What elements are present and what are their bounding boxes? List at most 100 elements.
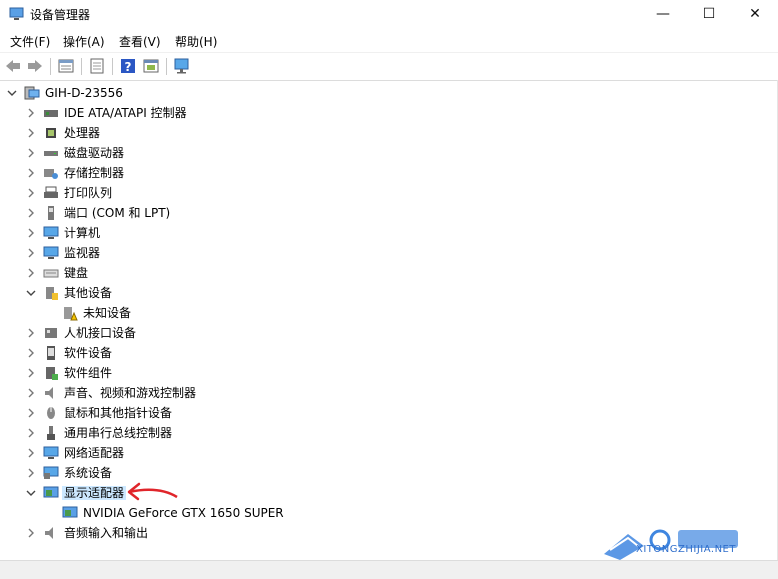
menu-file[interactable]: 文件(F)	[10, 33, 50, 50]
chevron-right-icon[interactable]	[24, 266, 38, 280]
tree-item-label: 人机接口设备	[64, 326, 137, 340]
tree-item-label: 处理器	[64, 126, 101, 140]
svg-text:?: ?	[125, 60, 132, 74]
chevron-right-icon[interactable]	[24, 126, 38, 140]
chevron-right-icon[interactable]	[24, 446, 38, 460]
tree-item[interactable]: 未知设备	[0, 303, 778, 323]
tree-item-label: 键盘	[64, 266, 89, 280]
usb-icon	[43, 425, 59, 441]
update-driver-icon[interactable]	[88, 57, 106, 75]
tree-item-label: 计算机	[64, 226, 101, 240]
title-bar: 设备管理器 — ☐ ✕	[0, 0, 778, 30]
menu-action[interactable]: 操作(A)	[63, 33, 105, 50]
display-adapter-icon	[62, 505, 78, 521]
hid-icon	[43, 325, 59, 341]
device-manager-app-icon	[9, 7, 24, 20]
tree-item[interactable]: 通用串行总线控制器	[0, 423, 778, 443]
tree-item[interactable]: 显示适配器	[0, 483, 778, 503]
storage-controller-icon	[43, 165, 59, 181]
chevron-right-icon[interactable]	[24, 466, 38, 480]
tree-item[interactable]: 存储控制器	[0, 163, 778, 183]
tree-item[interactable]: 处理器	[0, 123, 778, 143]
tree-item[interactable]: 人机接口设备	[0, 323, 778, 343]
tree-item[interactable]: 键盘	[0, 263, 778, 283]
tree-item[interactable]: 网络适配器	[0, 443, 778, 463]
tree-item[interactable]: 磁盘驱动器	[0, 143, 778, 163]
tree-item-label: 系统设备	[64, 466, 113, 480]
chevron-down-icon[interactable]	[5, 86, 19, 100]
annotation-arrow	[127, 482, 178, 501]
chevron-right-icon[interactable]	[24, 386, 38, 400]
menu-bar: 文件(F) 操作(A) 查看(V) 帮助(H)	[0, 30, 778, 52]
tree-item[interactable]: IDE ATA/ATAPI 控制器	[0, 103, 778, 123]
chevron-down-icon[interactable]	[24, 286, 38, 300]
minimize-button[interactable]: —	[640, 0, 686, 28]
tree-item-label: 鼠标和其他指针设备	[64, 406, 173, 420]
display-adapter-icon	[43, 485, 59, 501]
printer-icon	[43, 185, 59, 201]
tree-item-label: 通用串行总线控制器	[64, 426, 173, 440]
chevron-right-icon[interactable]	[24, 246, 38, 260]
properties-icon[interactable]	[57, 57, 75, 75]
chevron-right-icon[interactable]	[24, 146, 38, 160]
chevron-right-icon[interactable]	[24, 326, 38, 340]
tree-item-label: 网络适配器	[64, 446, 125, 460]
chevron-down-icon[interactable]	[24, 486, 38, 500]
monitor-icon	[43, 245, 59, 261]
unknown-device-warning-icon	[62, 305, 78, 321]
chevron-right-icon[interactable]	[24, 346, 38, 360]
chevron-right-icon[interactable]	[24, 526, 38, 540]
tree-item[interactable]: 鼠标和其他指针设备	[0, 403, 778, 423]
network-adapter-icon	[43, 445, 59, 461]
tree-item[interactable]: NVIDIA GeForce GTX 1650 SUPER	[0, 503, 778, 523]
maximize-button[interactable]: ☐	[686, 0, 732, 28]
chevron-right-icon[interactable]	[24, 366, 38, 380]
chevron-right-icon[interactable]	[24, 406, 38, 420]
tree-item[interactable]: 系统设备	[0, 463, 778, 483]
tree-item[interactable]: 软件组件	[0, 363, 778, 383]
chevron-right-icon[interactable]	[24, 166, 38, 180]
tree-item-label: 监视器	[64, 246, 101, 260]
help-icon[interactable]: ?	[119, 57, 137, 75]
tree-item-label: 软件设备	[64, 346, 113, 360]
tree-item-label: 显示适配器	[62, 486, 127, 500]
tree-item-label: 音频输入和输出	[64, 526, 149, 540]
watermark-logo: XITONGZHIJIA.NET	[600, 524, 770, 576]
software-device-icon	[43, 345, 59, 361]
forward-icon[interactable]	[26, 57, 44, 75]
chevron-right-icon[interactable]	[24, 226, 38, 240]
processor-icon	[43, 125, 59, 141]
close-button[interactable]: ✕	[732, 0, 778, 28]
keyboard-icon	[43, 265, 59, 281]
tree-item[interactable]: 计算机	[0, 223, 778, 243]
menu-view[interactable]: 查看(V)	[119, 33, 161, 50]
tree-item[interactable]: 打印队列	[0, 183, 778, 203]
scan-hardware-icon[interactable]	[173, 57, 191, 75]
back-icon[interactable]	[4, 57, 22, 75]
menu-help[interactable]: 帮助(H)	[175, 33, 217, 50]
tree-item[interactable]: 声音、视频和游戏控制器	[0, 383, 778, 403]
chevron-right-icon[interactable]	[24, 426, 38, 440]
tree-item-label: 其他设备	[64, 286, 113, 300]
computer-icon	[43, 225, 59, 241]
tree-item[interactable]: 端口 (COM 和 LPT)	[0, 203, 778, 223]
chevron-right-icon[interactable]	[24, 186, 38, 200]
show-hidden-icon[interactable]	[142, 57, 160, 75]
tree-item[interactable]: 其他设备	[0, 283, 778, 303]
ide-controller-icon	[43, 105, 59, 121]
system-device-icon	[43, 465, 59, 481]
disk-drive-icon	[43, 145, 59, 161]
tree-item[interactable]: 监视器	[0, 243, 778, 263]
watermark-text: XITONGZHIJIA.NET	[636, 544, 736, 555]
chevron-right-icon[interactable]	[24, 106, 38, 120]
chevron-right-icon[interactable]	[24, 206, 38, 220]
tree-root[interactable]: GIH-D-23556	[0, 83, 778, 103]
tree-item[interactable]: 软件设备	[0, 343, 778, 363]
tree-item-label: NVIDIA GeForce GTX 1650 SUPER	[83, 506, 284, 520]
tree-root-label: GIH-D-23556	[45, 86, 123, 100]
computer-root-icon	[24, 85, 40, 101]
tree-item-label: 打印队列	[64, 186, 113, 200]
software-component-icon	[43, 365, 59, 381]
port-icon	[43, 205, 59, 221]
tree-item-label: 未知设备	[83, 306, 132, 320]
